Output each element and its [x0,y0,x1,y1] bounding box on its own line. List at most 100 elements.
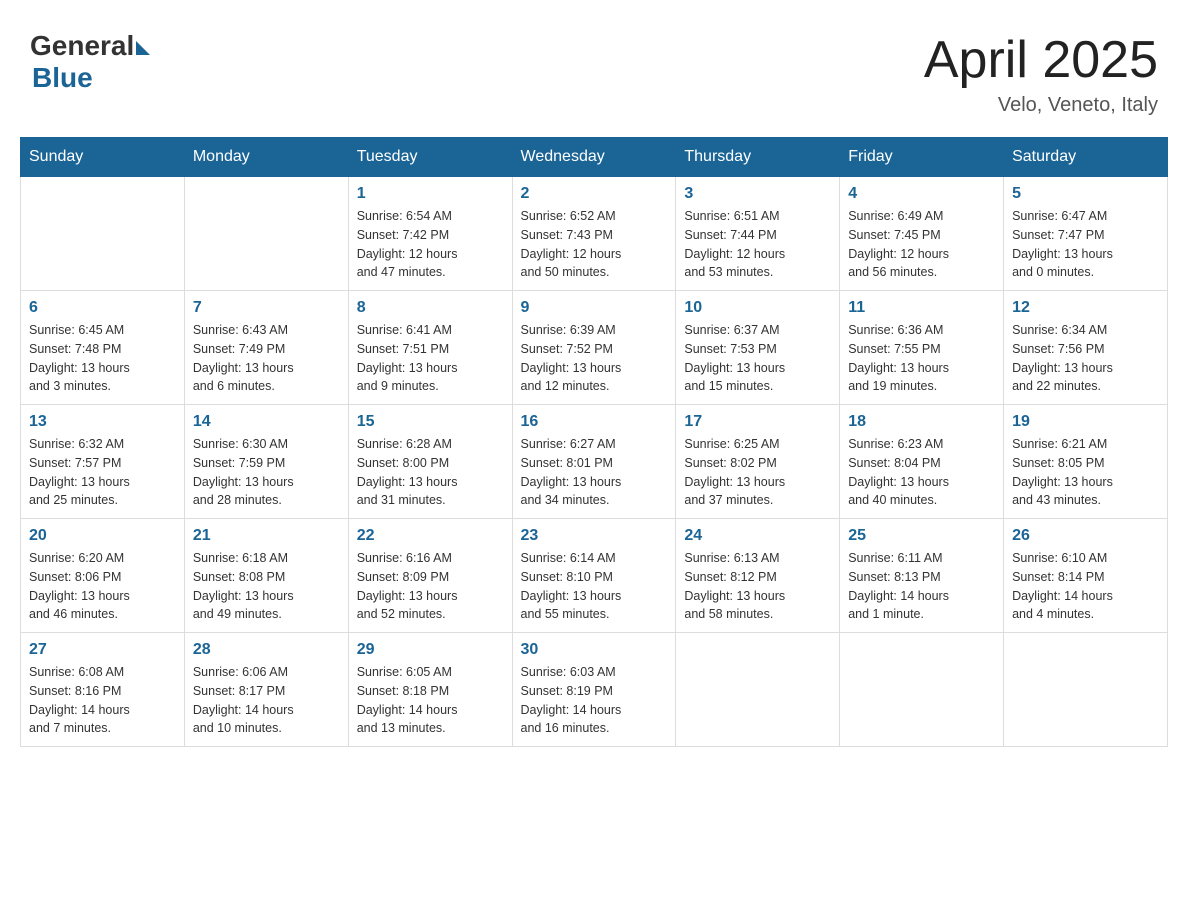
calendar-cell: 1 Sunrise: 6:54 AM Sunset: 7:42 PM Daylig… [348,177,512,291]
logo-blue-text: Blue [32,62,93,94]
day-info: Sunrise: 6:27 AM Sunset: 8:01 PM Dayligh… [521,435,668,510]
day-number: 28 [193,641,340,659]
day-number: 24 [684,527,831,545]
day-info: Sunrise: 6:36 AM Sunset: 7:55 PM Dayligh… [848,321,995,396]
calendar-cell: 17 Sunrise: 6:25 AM Sunset: 8:02 PM Dayli… [676,405,840,519]
calendar-cell: 7 Sunrise: 6:43 AM Sunset: 7:49 PM Daylig… [184,291,348,405]
calendar-cell: 3 Sunrise: 6:51 AM Sunset: 7:44 PM Daylig… [676,177,840,291]
day-info: Sunrise: 6:08 AM Sunset: 8:16 PM Dayligh… [29,663,176,738]
logo: General Blue [30,30,150,94]
calendar-cell: 19Sunrise: 6:21 AM Sunset: 8:05 PM Dayli… [1004,405,1168,519]
calendar-day-header: Wednesday [512,138,676,177]
calendar-cell: 21 Sunrise: 6:18 AM Sunset: 8:08 PM Dayli… [184,519,348,633]
day-info: Sunrise: 6:43 AM Sunset: 7:49 PM Dayligh… [193,321,340,396]
calendar-cell: 24 Sunrise: 6:13 AM Sunset: 8:12 PM Dayli… [676,519,840,633]
calendar-cell: 18 Sunrise: 6:23 AM Sunset: 8:04 PM Dayli… [840,405,1004,519]
day-info: Sunrise: 6:18 AM Sunset: 8:08 PM Dayligh… [193,549,340,624]
calendar-cell: 8 Sunrise: 6:41 AM Sunset: 7:51 PM Daylig… [348,291,512,405]
day-info: Sunrise: 6:49 AM Sunset: 7:45 PM Dayligh… [848,207,995,282]
calendar-week-row: 6 Sunrise: 6:45 AM Sunset: 7:48 PM Daylig… [21,291,1168,405]
day-info: Sunrise: 6:47 AM Sunset: 7:47 PM Dayligh… [1012,207,1159,282]
day-info: Sunrise: 6:05 AM Sunset: 8:18 PM Dayligh… [357,663,504,738]
day-number: 12 [1012,299,1159,317]
day-number: 16 [521,413,668,431]
day-info: Sunrise: 6:45 AM Sunset: 7:48 PM Dayligh… [29,321,176,396]
calendar-cell: 9 Sunrise: 6:39 AM Sunset: 7:52 PM Daylig… [512,291,676,405]
day-number: 10 [684,299,831,317]
calendar-cell [1004,633,1168,747]
day-number: 13 [29,413,176,431]
day-number: 27 [29,641,176,659]
day-info: Sunrise: 6:03 AM Sunset: 8:19 PM Dayligh… [521,663,668,738]
day-info: Sunrise: 6:14 AM Sunset: 8:10 PM Dayligh… [521,549,668,624]
day-info: Sunrise: 6:51 AM Sunset: 7:44 PM Dayligh… [684,207,831,282]
day-info: Sunrise: 6:25 AM Sunset: 8:02 PM Dayligh… [684,435,831,510]
logo-general-text: General [30,30,134,62]
day-info: Sunrise: 6:13 AM Sunset: 8:12 PM Dayligh… [684,549,831,624]
day-number: 1 [357,185,504,203]
day-info: Sunrise: 6:10 AM Sunset: 8:14 PM Dayligh… [1012,549,1159,624]
calendar-cell: 12 Sunrise: 6:34 AM Sunset: 7:56 PM Dayli… [1004,291,1168,405]
day-number: 15 [357,413,504,431]
calendar-cell: 2Sunrise: 6:52 AM Sunset: 7:43 PM Daylig… [512,177,676,291]
day-info: Sunrise: 6:32 AM Sunset: 7:57 PM Dayligh… [29,435,176,510]
calendar-cell: 26 Sunrise: 6:10 AM Sunset: 8:14 PM Dayli… [1004,519,1168,633]
calendar-cell [184,177,348,291]
page-header: General Blue April 2025 Velo, Veneto, It… [20,20,1168,117]
day-number: 6 [29,299,176,317]
day-info: Sunrise: 6:21 AM Sunset: 8:05 PM Dayligh… [1012,435,1159,510]
calendar-week-row: 13 Sunrise: 6:32 AM Sunset: 7:57 PM Dayli… [21,405,1168,519]
day-number: 9 [521,299,668,317]
calendar-cell: 27 Sunrise: 6:08 AM Sunset: 8:16 PM Dayli… [21,633,185,747]
day-number: 14 [193,413,340,431]
day-number: 21 [193,527,340,545]
calendar-cell: 29Sunrise: 6:05 AM Sunset: 8:18 PM Dayli… [348,633,512,747]
calendar-week-row: 27 Sunrise: 6:08 AM Sunset: 8:16 PM Dayli… [21,633,1168,747]
day-number: 17 [684,413,831,431]
day-info: Sunrise: 6:23 AM Sunset: 8:04 PM Dayligh… [848,435,995,510]
calendar-week-row: 1 Sunrise: 6:54 AM Sunset: 7:42 PM Daylig… [21,177,1168,291]
day-info: Sunrise: 6:06 AM Sunset: 8:17 PM Dayligh… [193,663,340,738]
day-info: Sunrise: 6:39 AM Sunset: 7:52 PM Dayligh… [521,321,668,396]
day-info: Sunrise: 6:20 AM Sunset: 8:06 PM Dayligh… [29,549,176,624]
calendar-cell [21,177,185,291]
calendar-table: SundayMondayTuesdayWednesdayThursdayFrid… [20,137,1168,747]
day-number: 8 [357,299,504,317]
calendar-cell: 25 Sunrise: 6:11 AM Sunset: 8:13 PM Dayli… [840,519,1004,633]
calendar-cell: 15 Sunrise: 6:28 AM Sunset: 8:00 PM Dayli… [348,405,512,519]
day-number: 30 [521,641,668,659]
day-info: Sunrise: 6:41 AM Sunset: 7:51 PM Dayligh… [357,321,504,396]
calendar-cell: 28 Sunrise: 6:06 AM Sunset: 8:17 PM Dayli… [184,633,348,747]
day-info: Sunrise: 6:34 AM Sunset: 7:56 PM Dayligh… [1012,321,1159,396]
day-number: 18 [848,413,995,431]
day-info: Sunrise: 6:28 AM Sunset: 8:00 PM Dayligh… [357,435,504,510]
day-number: 3 [684,185,831,203]
calendar-week-row: 20Sunrise: 6:20 AM Sunset: 8:06 PM Dayli… [21,519,1168,633]
logo-arrow-icon [136,41,150,55]
day-number: 25 [848,527,995,545]
calendar-cell: 16 Sunrise: 6:27 AM Sunset: 8:01 PM Dayli… [512,405,676,519]
day-number: 11 [848,299,995,317]
calendar-day-header: Sunday [21,138,185,177]
day-info: Sunrise: 6:52 AM Sunset: 7:43 PM Dayligh… [521,207,668,282]
calendar-title: April 2025 [924,30,1158,90]
day-number: 22 [357,527,504,545]
day-info: Sunrise: 6:54 AM Sunset: 7:42 PM Dayligh… [357,207,504,282]
day-info: Sunrise: 6:37 AM Sunset: 7:53 PM Dayligh… [684,321,831,396]
calendar-cell: 30 Sunrise: 6:03 AM Sunset: 8:19 PM Dayli… [512,633,676,747]
calendar-location: Velo, Veneto, Italy [924,94,1158,117]
day-info: Sunrise: 6:30 AM Sunset: 7:59 PM Dayligh… [193,435,340,510]
calendar-cell: 14 Sunrise: 6:30 AM Sunset: 7:59 PM Dayli… [184,405,348,519]
calendar-cell: 20Sunrise: 6:20 AM Sunset: 8:06 PM Dayli… [21,519,185,633]
day-number: 4 [848,185,995,203]
calendar-cell: 4 Sunrise: 6:49 AM Sunset: 7:45 PM Daylig… [840,177,1004,291]
day-info: Sunrise: 6:16 AM Sunset: 8:09 PM Dayligh… [357,549,504,624]
calendar-cell [840,633,1004,747]
calendar-cell: 11 Sunrise: 6:36 AM Sunset: 7:55 PM Dayli… [840,291,1004,405]
calendar-cell: 13 Sunrise: 6:32 AM Sunset: 7:57 PM Dayli… [21,405,185,519]
day-number: 26 [1012,527,1159,545]
calendar-day-header: Monday [184,138,348,177]
calendar-day-header: Tuesday [348,138,512,177]
day-number: 7 [193,299,340,317]
day-info: Sunrise: 6:11 AM Sunset: 8:13 PM Dayligh… [848,549,995,624]
